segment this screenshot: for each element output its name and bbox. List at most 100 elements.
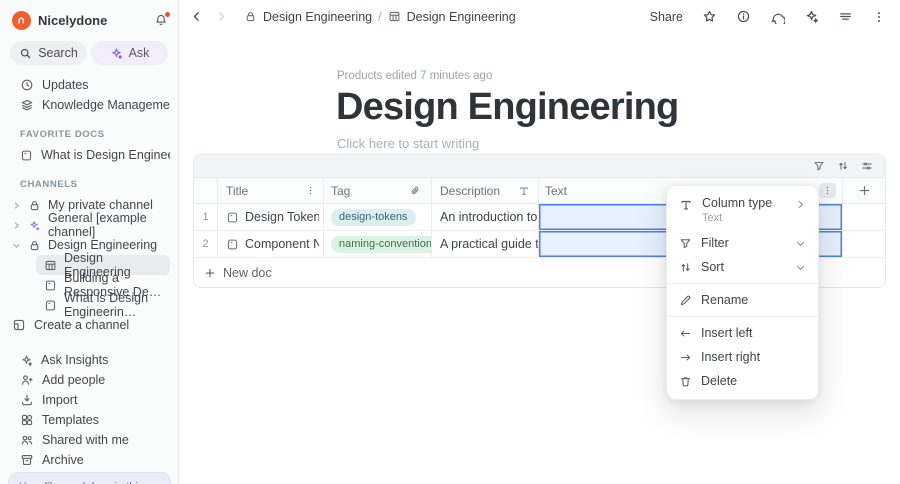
sidebar-item-label: Add people [42, 373, 105, 387]
column-context-menu: Column type Text Filter Sort Rename Inse… [666, 185, 819, 400]
layers-icon [20, 98, 34, 112]
menu-item-label: Filter [701, 236, 729, 250]
chevron-right-icon[interactable] [12, 221, 21, 230]
plus-icon [204, 267, 216, 279]
tag-pill[interactable]: design-tokens [331, 209, 416, 226]
menu-item-label: Insert right [701, 350, 760, 364]
sidebar-item-templates[interactable]: Templates [8, 410, 170, 430]
chevron-down-icon [795, 262, 806, 273]
breadcrumb-separator: / [378, 10, 381, 24]
sparkle-icon [20, 354, 33, 367]
app-window: Nicelydone Search Ask Updates Knowledge … [0, 0, 900, 484]
menu-divider [667, 283, 818, 284]
menu-item-delete[interactable]: Delete [667, 369, 818, 393]
archive-box-icon [20, 453, 34, 467]
nav-back-icon[interactable] [190, 10, 203, 23]
favorite-doc-item[interactable]: What is Design Engineering? [8, 145, 170, 165]
sidebar-item-knowledge-management[interactable]: Knowledge Management [8, 95, 170, 115]
workspace-name: Nicelydone [38, 13, 154, 28]
column-header-description[interactable]: Description [432, 178, 539, 203]
favorite-doc-label: What is Design Engineering? [41, 148, 170, 162]
text-type-icon [679, 198, 693, 212]
menu-item-label: Column type [702, 196, 786, 210]
sidebar-item-import[interactable]: Import [8, 390, 170, 410]
new-doc-label: New doc [223, 266, 272, 280]
more-vertical-icon[interactable] [872, 10, 886, 24]
column-menu-icon-active[interactable] [819, 183, 836, 198]
trash-icon [679, 375, 692, 388]
cell-description-text: A practical guide to naming [440, 237, 538, 251]
sidebar-item-add-people[interactable]: Add people [8, 370, 170, 390]
templates-grid-icon [20, 413, 34, 427]
notifications-bell-icon[interactable] [154, 13, 168, 27]
sidebar-item-label: Import [42, 393, 77, 407]
cell-description[interactable]: A practical guide to naming [432, 231, 539, 257]
doc-body-placeholder[interactable]: Click here to start writing [337, 136, 900, 151]
menu-item-sort[interactable]: Sort [667, 255, 818, 279]
channel-doc-what-is-de[interactable]: What is Design Engineerin… [36, 295, 170, 315]
star-icon[interactable] [702, 9, 717, 24]
breadcrumb-channel[interactable]: Design Engineering [263, 10, 372, 24]
sliders-icon[interactable] [861, 160, 873, 172]
add-channel-icon [12, 318, 26, 332]
column-label: Tag [331, 184, 409, 198]
cell-spacer [843, 231, 885, 257]
clock-icon [20, 78, 34, 92]
doc-icon [226, 211, 239, 224]
sparkles-icon[interactable] [804, 9, 819, 24]
trial-card[interactable]: Your files and docs in this trial [8, 472, 171, 484]
channel-label: General [example channel] [48, 211, 170, 239]
info-icon[interactable] [736, 9, 751, 24]
create-channel-label: Create a channel [34, 318, 129, 332]
arrow-left-icon [679, 327, 692, 340]
breadcrumb: Design Engineering / Design Engineering [244, 10, 650, 24]
topbar: Design Engineering / Design Engineering … [180, 0, 900, 33]
sidebar-item-label: Shared with me [42, 433, 129, 447]
comment-icon[interactable] [770, 9, 785, 24]
notification-dot [165, 12, 170, 17]
add-column-cell[interactable] [843, 178, 885, 203]
lock-icon [28, 239, 41, 252]
pencil-icon [679, 294, 692, 307]
menu-item-insert-left[interactable]: Insert left [667, 321, 818, 345]
chevron-right-icon[interactable] [12, 201, 21, 210]
column-menu-icon[interactable] [302, 183, 319, 198]
column-header-tag[interactable]: Tag [324, 178, 432, 203]
filter-icon[interactable] [813, 160, 825, 172]
sidebar-item-shared-with-me[interactable]: Shared with me [8, 430, 170, 450]
text-type-icon [518, 185, 530, 197]
chevron-down-icon[interactable] [12, 241, 21, 250]
menu-item-filter[interactable]: Filter [667, 231, 818, 255]
sidebar-item-ask-insights[interactable]: Ask Insights [8, 350, 170, 370]
menu-item-rename[interactable]: Rename [667, 288, 818, 312]
add-column-plus-icon[interactable] [858, 184, 871, 197]
cell-description[interactable]: An introduction to design t [432, 204, 539, 230]
sidebar-item-updates[interactable]: Updates [8, 75, 170, 95]
sidebar-item-label: Archive [42, 453, 84, 467]
channel-label: Design Engineering [48, 238, 157, 252]
page-title[interactable]: Design Engineering [336, 86, 900, 129]
cell-title[interactable]: Component Namin… [218, 231, 324, 257]
search-button[interactable]: Search [10, 41, 87, 65]
menu-item-column-type[interactable]: Column type Text [667, 193, 818, 224]
sidebar-item-label: Updates [42, 78, 89, 92]
share-button[interactable]: Share [650, 10, 683, 24]
column-label: Description [440, 184, 518, 198]
nav-forward-icon[interactable] [215, 10, 228, 23]
breadcrumb-doc[interactable]: Design Engineering [407, 10, 516, 24]
sort-icon[interactable] [837, 160, 849, 172]
column-header-title[interactable]: Title [218, 178, 324, 203]
column-label: Title [226, 184, 296, 198]
cell-tag[interactable]: design-tokens [324, 204, 432, 230]
menu-item-insert-right[interactable]: Insert right [667, 345, 818, 369]
tag-pill[interactable]: naming-conventions [331, 236, 432, 253]
channel-general[interactable]: General [example channel] [8, 215, 170, 235]
ask-button[interactable]: Ask [91, 41, 168, 65]
sidebar-item-archive[interactable]: Archive [8, 450, 170, 470]
cell-description-text: An introduction to design t [440, 210, 538, 224]
list-icon[interactable] [838, 9, 853, 24]
cell-title[interactable]: Design Tokens: Th… [218, 204, 324, 230]
search-icon [19, 47, 32, 60]
cell-tag[interactable]: naming-conventions [324, 231, 432, 257]
sparkle-icon [28, 219, 41, 232]
